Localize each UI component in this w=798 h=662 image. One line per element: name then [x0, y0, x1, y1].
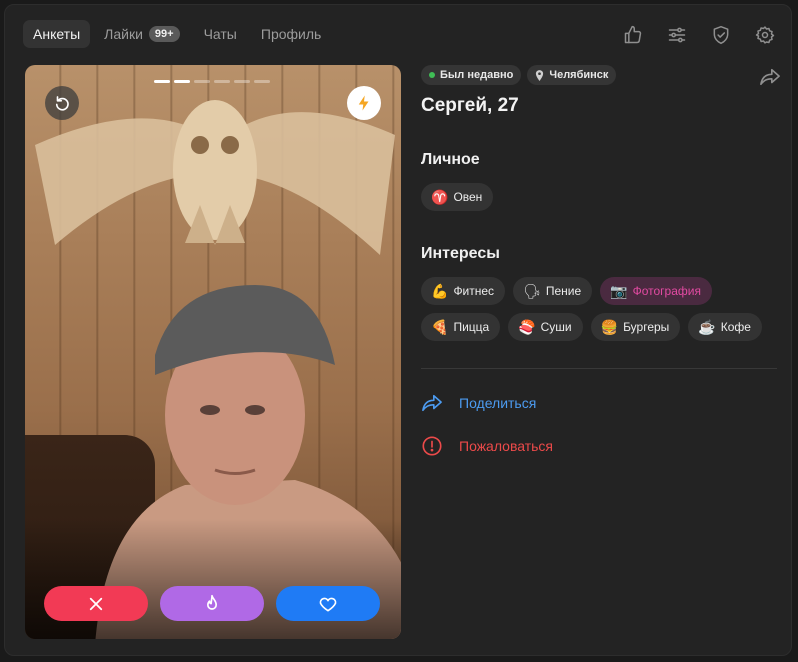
swipe-actions — [44, 586, 380, 621]
photo-progress-segment — [194, 80, 210, 83]
share-corner-button[interactable] — [759, 67, 781, 92]
top-nav: Анкеты Лайки 99+ Чаты Профиль — [23, 20, 331, 48]
interest-label: Бургеры — [623, 320, 670, 334]
interest-icon: ☕ — [698, 318, 716, 335]
interest-tag: 💪 Фитнес — [421, 277, 506, 305]
boost-button[interactable] — [347, 86, 381, 120]
profile-photo[interactable] — [25, 65, 401, 639]
interest-icon: 🍔 — [600, 318, 619, 335]
interest-label: Фитнес — [453, 284, 495, 298]
gear-icon[interactable] — [753, 23, 777, 47]
interest-label: Пение — [545, 284, 582, 298]
online-dot-icon — [429, 72, 435, 78]
warning-circle-icon — [422, 436, 442, 456]
city-text: Челябинск — [549, 69, 609, 81]
photo-progress-segment — [254, 80, 270, 83]
tab-label: Анкеты — [33, 26, 81, 42]
status-chips: Был недавно Челябинск — [421, 65, 781, 85]
heart-icon — [319, 597, 337, 611]
personal-tags: ♈ Овен — [421, 183, 781, 211]
likes-count-badge: 99+ — [148, 26, 180, 42]
personal-section-title: Личное — [421, 151, 480, 168]
photo-progress-segment — [234, 80, 250, 83]
zodiac-tag: ♈ Овен — [421, 183, 494, 211]
photo-progress-segment — [214, 80, 230, 83]
filters-icon[interactable] — [665, 23, 689, 47]
interest-tag: 🍔 Бургеры — [590, 313, 681, 341]
photo-progress-segment — [174, 80, 190, 83]
divider — [421, 368, 777, 369]
status-text: Был недавно — [440, 69, 514, 81]
interests-tags: 💪 Фитнес 🗣 Пение 📷 Фотография 🍕 Пицца 🍣 Суши 🍔 Бург… — [421, 277, 781, 341]
interest-label: Суши — [540, 320, 572, 334]
tab-label: Профиль — [260, 26, 322, 42]
location-pin-icon — [536, 69, 544, 81]
thumbs-up-icon[interactable] — [621, 23, 645, 47]
interest-icon: 💪 — [431, 282, 449, 299]
tag-label: Овен — [453, 190, 483, 204]
lightning-icon — [358, 95, 369, 111]
tab-profile[interactable]: Профиль — [251, 20, 331, 48]
dislike-button[interactable] — [44, 586, 148, 621]
like-button[interactable] — [276, 586, 380, 621]
interest-tag: 🗣 Пение — [513, 277, 593, 305]
flame-icon — [207, 594, 217, 610]
superlike-button[interactable] — [160, 586, 264, 621]
report-button[interactable]: Пожаловаться — [421, 435, 781, 457]
interest-icon: 📷 — [610, 282, 628, 299]
interests-section-title: Интересы — [421, 245, 500, 262]
photo-progress — [154, 80, 270, 83]
share-label: Поделиться — [459, 395, 537, 411]
interest-label: Кофе — [720, 320, 751, 334]
interest-tag: 🍣 Суши — [508, 313, 583, 341]
close-icon — [89, 597, 103, 610]
undo-icon — [55, 96, 69, 111]
shield-check-icon[interactable] — [709, 23, 733, 47]
interest-label: Фотография — [632, 284, 701, 298]
tab-chats[interactable]: Чаты — [194, 20, 247, 48]
app-window: Анкеты Лайки 99+ Чаты Профиль Был недавн… — [4, 4, 792, 656]
tab-likes[interactable]: Лайки 99+ — [94, 20, 189, 48]
interest-tag: 📷 Фотография — [600, 277, 712, 305]
interest-label: Пицца — [453, 320, 490, 334]
interest-icon: 🗣 — [523, 282, 541, 299]
tab-label: Лайки — [104, 26, 143, 42]
online-status-chip: Был недавно — [421, 65, 522, 85]
share-arrow-icon — [760, 68, 780, 86]
city-chip: Челябинск — [527, 65, 617, 85]
share-button[interactable]: Поделиться — [421, 393, 781, 413]
photo-shade — [25, 519, 401, 639]
undo-button[interactable] — [45, 86, 79, 120]
interest-tag: ☕ Кофе — [688, 313, 762, 341]
photo-progress-segment — [154, 80, 170, 83]
interest-icon: 🍕 — [431, 318, 449, 335]
aries-icon: ♈ — [431, 188, 449, 205]
top-toolbar — [621, 23, 777, 47]
interest-tag: 🍕 Пицца — [421, 313, 501, 341]
wood-carving-image — [35, 100, 395, 255]
tab-label: Чаты — [203, 26, 237, 42]
tab-ankety[interactable]: Анкеты — [23, 20, 91, 48]
share-arrow-icon — [422, 394, 442, 412]
interest-icon: 🍣 — [518, 318, 536, 335]
profile-info: Был недавно Челябинск Сергей, 27 Личное … — [421, 65, 781, 457]
profile-name: Сергей, 27 — [421, 95, 519, 116]
report-label: Пожаловаться — [459, 438, 554, 454]
